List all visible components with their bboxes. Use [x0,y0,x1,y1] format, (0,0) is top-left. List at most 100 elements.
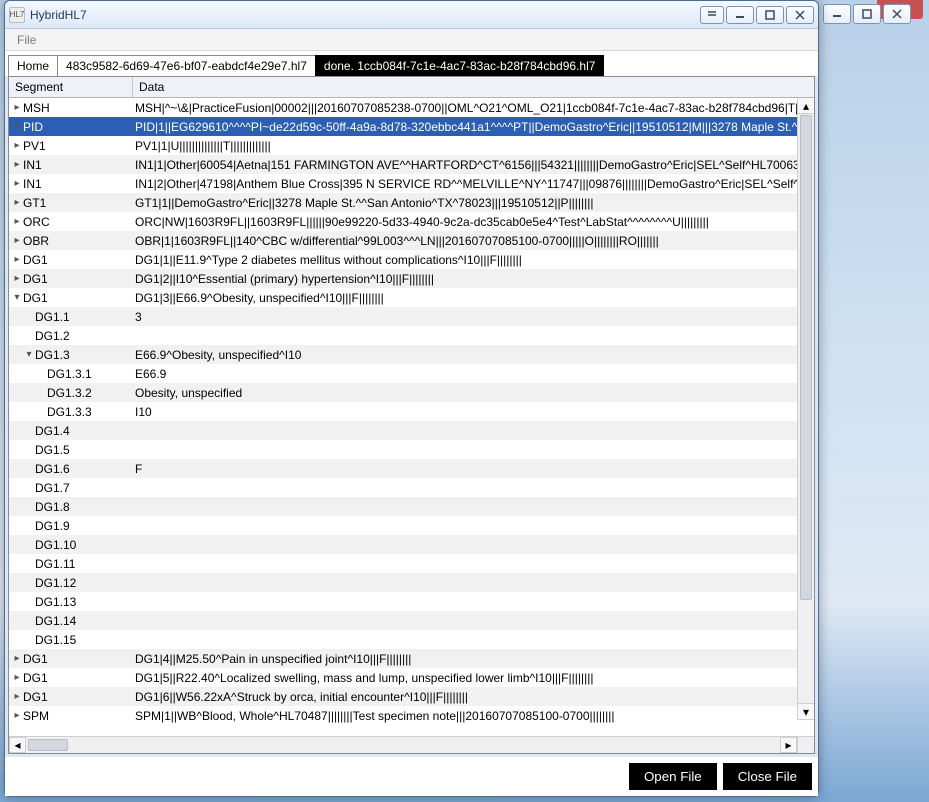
data-cell[interactable]: DG1|5||R22.40^Localized swelling, mass a… [133,671,814,685]
segment-cell[interactable]: GT1 [9,193,133,212]
table-row[interactable]: DG1.9 [9,516,814,535]
table-row[interactable]: DG1DG1|3||E66.9^Obesity, unspecified^I10… [9,288,814,307]
table-row[interactable]: DG1DG1|1||E11.9^Type 2 diabetes mellitus… [9,250,814,269]
segment-cell[interactable]: DG1.11 [9,554,133,573]
segment-cell[interactable]: DG1 [9,250,133,269]
vertical-scrollbar[interactable]: ▴ ▾ [797,98,814,719]
table-row[interactable]: DG1.7 [9,478,814,497]
table-row[interactable]: DG1.12 [9,573,814,592]
table-row[interactable]: MSHMSH|^~\&|PracticeFusion|00002|||20160… [9,98,814,117]
segment-cell[interactable]: DG1.8 [9,497,133,516]
data-cell[interactable]: OBR|1|1603R9FL||140^CBC w/differential^9… [133,234,814,248]
segment-cell[interactable]: PV1 [9,136,133,155]
table-row[interactable]: SPMSPM|1||WB^Blood, Whole^HL70487|||||||… [9,706,814,725]
hscroll-track[interactable] [26,737,780,753]
table-row[interactable]: DG1.3.3I10 [9,402,814,421]
twisty-collapsed-icon[interactable] [11,236,23,246]
twisty-collapsed-icon[interactable] [11,255,23,265]
segment-cell[interactable]: DG1 [9,687,133,706]
horizontal-scrollbar[interactable]: ◂ ▸ [9,736,814,753]
segment-cell[interactable]: OBR [9,231,133,250]
table-row[interactable]: GT1GT1|1||DemoGastro^Eric||3278 Maple St… [9,193,814,212]
segment-cell[interactable]: DG1.14 [9,611,133,630]
segment-cell[interactable]: DG1.13 [9,592,133,611]
data-cell[interactable]: DG1|1||E11.9^Type 2 diabetes mellitus wi… [133,253,814,267]
tab-2[interactable]: done. 1ccb084f-7c1e-4ac7-83ac-b28f784cbd… [315,55,605,77]
data-cell[interactable]: I10 [133,405,814,419]
segment-cell[interactable]: DG1.3 [9,345,133,364]
segment-cell[interactable]: ORC [9,212,133,231]
table-row[interactable]: DG1.3E66.9^Obesity, unspecified^I10 [9,345,814,364]
twisty-collapsed-icon[interactable] [11,103,23,113]
segment-cell[interactable]: DG1.10 [9,535,133,554]
table-row[interactable]: DG1DG1|6||W56.22xA^Struck by orca, initi… [9,687,814,706]
table-row[interactable]: DG1.13 [9,592,814,611]
segment-cell[interactable]: DG1.2 [9,326,133,345]
vscroll-track[interactable] [798,113,814,704]
data-cell[interactable]: DG1|6||W56.22xA^Struck by orca, initial … [133,690,814,704]
minimize-button[interactable] [726,6,754,24]
table-row[interactable]: DG1.3.2Obesity, unspecified [9,383,814,402]
data-cell[interactable]: E66.9^Obesity, unspecified^I10 [133,348,814,362]
data-cell[interactable]: PV1|1|U||||||||||||||T||||||||||||| [133,139,814,153]
table-row[interactable]: DG1.8 [9,497,814,516]
table-row[interactable]: DG1.4 [9,421,814,440]
table-row[interactable]: DG1.10 [9,535,814,554]
data-cell[interactable]: SPM|1||WB^Blood, Whole^HL70487||||||||Te… [133,709,814,723]
twisty-collapsed-icon[interactable] [11,217,23,227]
bg-maximize-button[interactable] [853,4,881,24]
scroll-up-arrow-icon[interactable]: ▴ [797,98,814,114]
segment-cell[interactable]: PID [9,117,133,136]
table-row[interactable]: PV1PV1|1|U||||||||||||||T||||||||||||| [9,136,814,155]
menu-file[interactable]: File [9,31,44,49]
twisty-collapsed-icon[interactable] [11,654,23,664]
titlebar[interactable]: HL7 HybridHL7 [5,1,818,29]
segment-cell[interactable]: MSH [9,98,133,117]
data-cell[interactable]: DG1|3||E66.9^Obesity, unspecified^I10|||… [133,291,814,305]
table-row[interactable]: DG1.14 [9,611,814,630]
table-row[interactable]: OBROBR|1|1603R9FL||140^CBC w/differentia… [9,231,814,250]
data-cell[interactable]: IN1|2|Other|47198|Anthem Blue Cross|395 … [133,177,814,191]
bg-minimize-button[interactable] [823,4,851,24]
data-cell[interactable]: PID|1||EG629610^^^^PI~de22d59c-50ff-4a9a… [133,120,814,134]
bg-close-button[interactable] [883,4,911,24]
twisty-collapsed-icon[interactable] [11,160,23,170]
table-row[interactable]: DG1.13 [9,307,814,326]
table-row[interactable]: DG1.5 [9,440,814,459]
segment-cell[interactable]: SPM [9,706,133,725]
table-row[interactable]: DG1.2 [9,326,814,345]
table-row[interactable]: DG1DG1|4||M25.50^Pain in unspecified joi… [9,649,814,668]
segment-cell[interactable]: DG1.3.1 [9,364,133,383]
hscroll-thumb[interactable] [28,739,68,751]
data-cell[interactable]: DG1|4||M25.50^Pain in unspecified joint^… [133,652,814,666]
segment-cell[interactable]: IN1 [9,155,133,174]
segment-cell[interactable]: DG1.3.3 [9,402,133,421]
tab-1[interactable]: 483c9582-6d69-47e6-bf07-eabdcf4e29e7.hl7 [57,55,316,77]
twisty-expanded-icon[interactable] [11,293,23,303]
table-row[interactable]: DG1DG1|5||R22.40^Localized swelling, mas… [9,668,814,687]
table-row[interactable]: DG1.6F [9,459,814,478]
open-file-button[interactable]: Open File [629,763,717,790]
segment-cell[interactable]: DG1.6 [9,459,133,478]
scroll-right-arrow-icon[interactable]: ▸ [780,737,797,753]
segment-cell[interactable]: DG1.3.2 [9,383,133,402]
data-cell[interactable]: E66.9 [133,367,814,381]
table-row[interactable]: IN1IN1|2|Other|47198|Anthem Blue Cross|3… [9,174,814,193]
window-help-button[interactable] [700,6,724,24]
data-cell[interactable]: ORC|NW|1603R9FL||1603R9FL||||||90e99220-… [133,215,814,229]
segment-cell[interactable]: DG1.1 [9,307,133,326]
twisty-collapsed-icon[interactable] [11,673,23,683]
data-cell[interactable]: 3 [133,310,814,324]
segment-cell[interactable]: IN1 [9,174,133,193]
data-cell[interactable]: Obesity, unspecified [133,386,814,400]
scroll-down-arrow-icon[interactable]: ▾ [797,703,814,720]
table-row[interactable]: DG1.3.1E66.9 [9,364,814,383]
table-row[interactable]: PIDPID|1||EG629610^^^^PI~de22d59c-50ff-4… [9,117,814,136]
data-cell[interactable]: DG1|2||I10^Essential (primary) hypertens… [133,272,814,286]
twisty-collapsed-icon[interactable] [11,198,23,208]
twisty-collapsed-icon[interactable] [11,274,23,284]
column-header-segment[interactable]: Segment [9,77,133,97]
segment-cell[interactable]: DG1 [9,649,133,668]
twisty-collapsed-icon[interactable] [11,711,23,721]
twisty-collapsed-icon[interactable] [11,692,23,702]
